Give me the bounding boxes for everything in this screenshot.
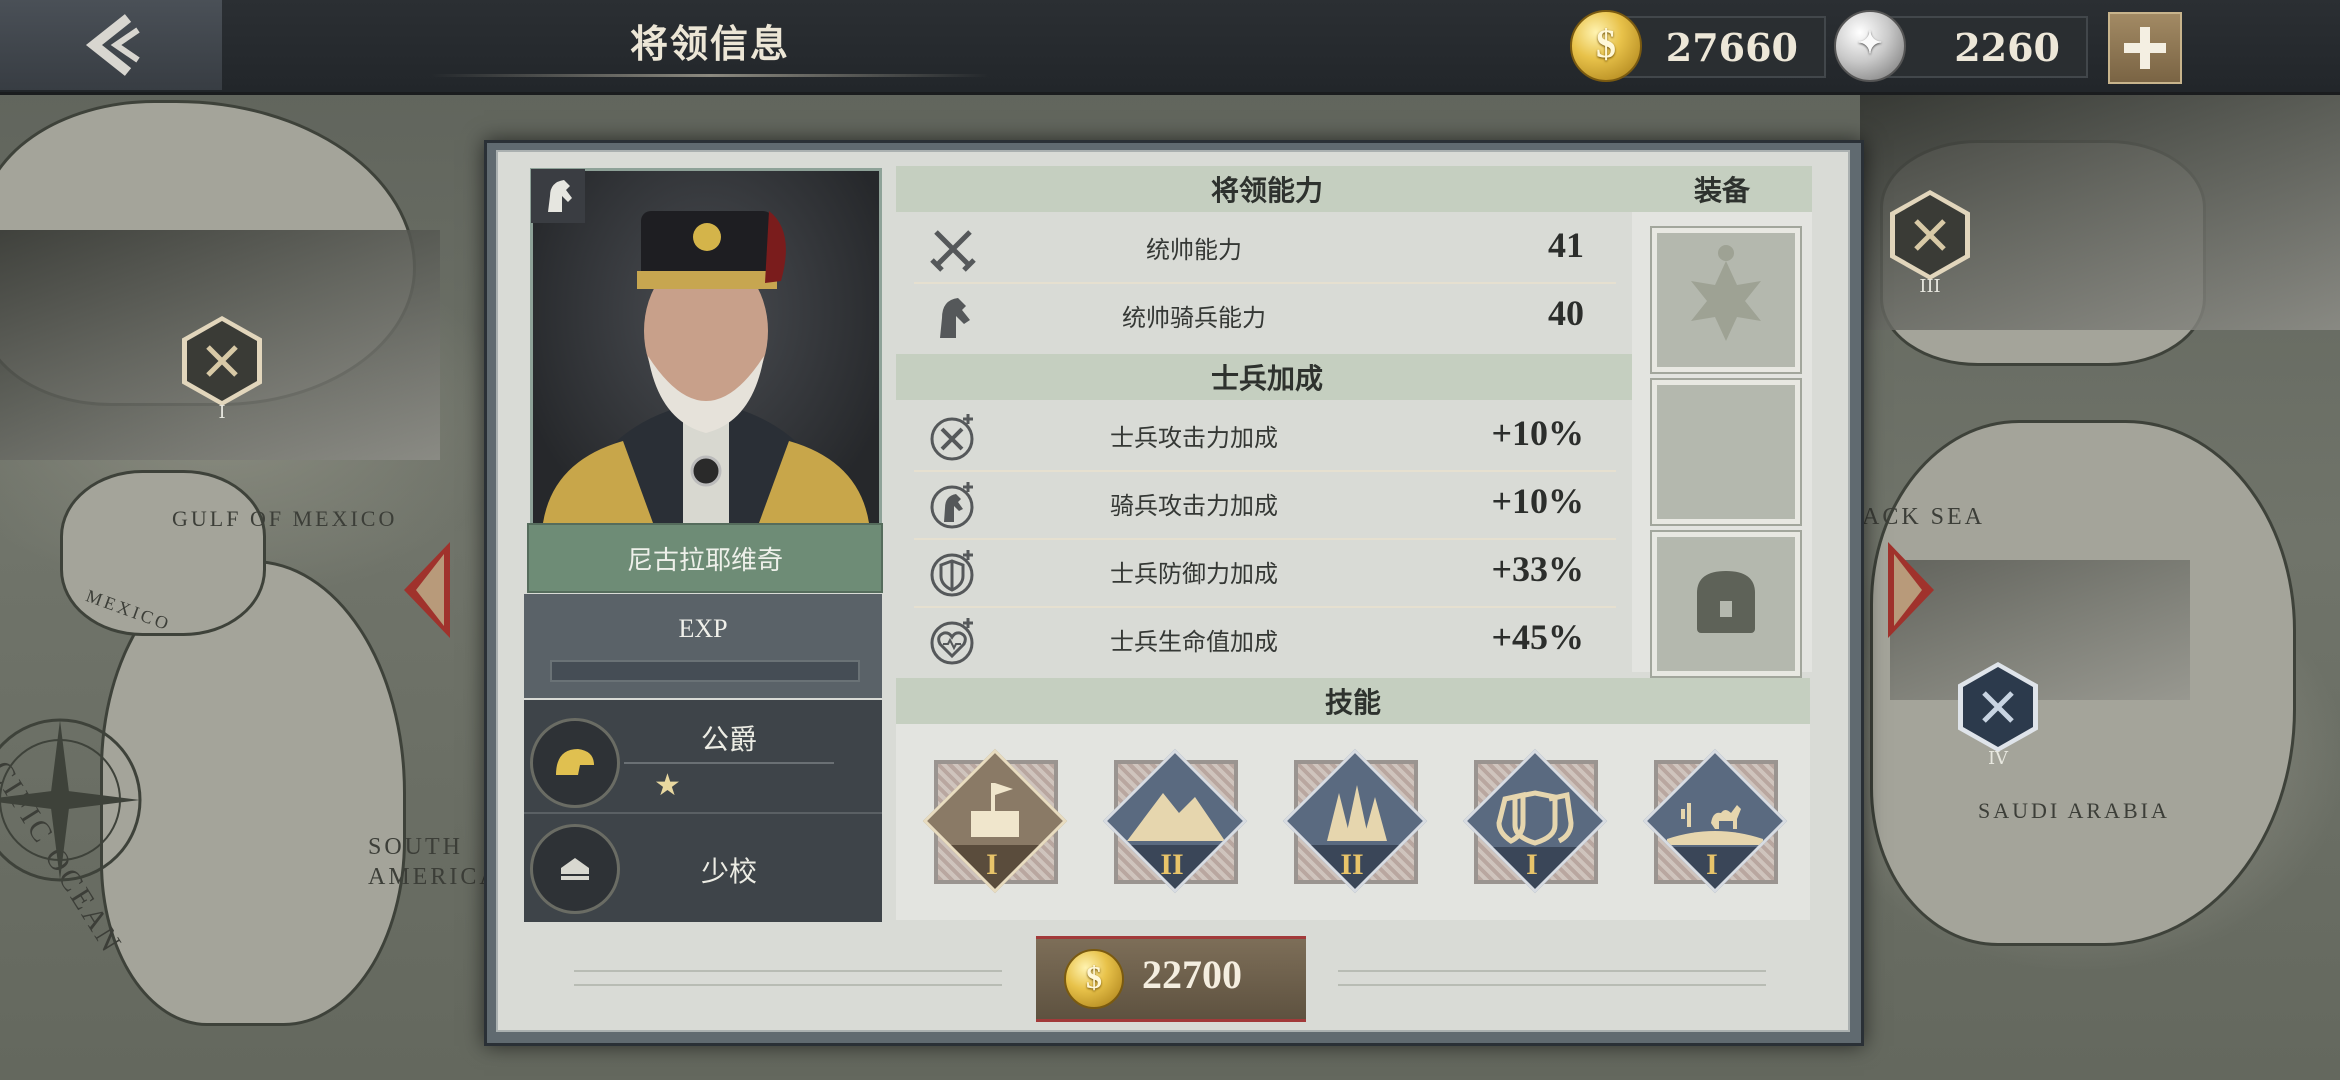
bonus-label: 士兵生命值加成: [1110, 628, 1278, 656]
rank-divider: [524, 812, 882, 814]
soldier-bonus-header-label: 士兵加成: [1210, 362, 1323, 395]
bonus-row: 士兵生命值加成 +45%: [914, 608, 1616, 674]
ability-header-label: 将领能力: [1210, 174, 1323, 207]
skill-slot[interactable]: II: [1282, 744, 1428, 904]
ability-row: 统帅能力 41: [914, 216, 1616, 284]
compass-rose-icon: [0, 718, 142, 882]
back-arrow-icon: [85, 14, 140, 76]
medal-silhouette-icon: [1691, 245, 1761, 341]
cost-amount: 22700: [1142, 952, 1242, 997]
prev-general-arrow-icon[interactable]: [404, 542, 450, 638]
trench-sketch: [1890, 560, 2190, 700]
divider-left: [574, 984, 1002, 986]
add-resource-button[interactable]: [2108, 12, 2182, 84]
crossed-swords-icon: [206, 345, 238, 377]
skill-slot[interactable]: I: [1642, 744, 1788, 904]
cavalry-bonus-icon: [930, 482, 974, 529]
map-label-south-america: SOUTH AMERICA: [368, 834, 500, 890]
skills-header: 技能: [896, 678, 1810, 724]
bonus-row: 骑兵攻击力加成 +10%: [914, 472, 1616, 540]
divider-right: [1338, 970, 1766, 972]
title-underline: [430, 74, 990, 77]
general-portrait-image: [543, 211, 869, 523]
military-rank: 少校: [700, 855, 757, 888]
divider-left: [574, 970, 1002, 972]
defense-bonus-icon: [930, 550, 974, 597]
rank-insignia-icon: [530, 824, 620, 914]
health-bonus-icon: [930, 618, 974, 665]
equipment-header: 装备: [1632, 166, 1812, 212]
equipment-header-label: 装备: [1693, 174, 1750, 207]
skill-level: II: [1340, 848, 1364, 881]
exp-label: EXP: [678, 614, 728, 643]
bonus-label: 骑兵攻击力加成: [1110, 492, 1278, 520]
skill-level: I: [1706, 848, 1718, 881]
soldier-bonus-header: 士兵加成: [896, 354, 1638, 400]
bonus-row: 士兵防御力加成 +33%: [914, 540, 1616, 608]
silver-medal-icon: ✦: [1834, 10, 1906, 82]
skill-level: I: [986, 848, 998, 881]
unit-marker[interactable]: I: [182, 316, 262, 423]
map-label-gulf: GULF OF MEXICO: [172, 506, 398, 531]
top-bar: 将领信息 27660 $ 2260 ✦: [0, 0, 2340, 95]
noble-helmet-icon: [530, 718, 620, 808]
bonus-row: 士兵攻击力加成 +10%: [914, 404, 1616, 472]
crossed-swords-icon: [1914, 219, 1946, 251]
recruit-cost-button[interactable]: $ 22700: [1036, 936, 1306, 1022]
military-rank-row: 少校: [524, 818, 882, 918]
gold-amount: 27660: [1665, 25, 1798, 70]
ability-value: 40: [1548, 293, 1584, 333]
page-title: 将领信息: [629, 21, 790, 66]
next-general-arrow-icon[interactable]: [1888, 542, 1934, 638]
skill-slot[interactable]: I: [1462, 744, 1608, 904]
back-button[interactable]: [0, 0, 222, 90]
skill-slot[interactable]: II: [1102, 744, 1248, 904]
crossed-swords-icon: [930, 230, 976, 272]
bonus-value: +10%: [1491, 413, 1584, 453]
general-name-plate: 尼古拉耶维奇: [527, 523, 883, 593]
ability-value: 41: [1548, 225, 1584, 265]
horse-head-icon: [548, 180, 572, 212]
divider-right: [1338, 984, 1766, 986]
ability-row: 统帅骑兵能力 40: [914, 284, 1616, 350]
skills-header-label: 技能: [1324, 686, 1381, 719]
rank-section: 公爵 ★ 少校: [524, 700, 882, 922]
noble-title-row: 公爵 ★: [524, 708, 882, 812]
crossed-rifles-icon: [1982, 691, 2014, 723]
exp-progress-bar: [550, 660, 860, 682]
silver-amount: 2260: [1954, 25, 2060, 70]
ability-label: 统帅骑兵能力: [1122, 304, 1266, 332]
skill-level: I: [1526, 848, 1538, 881]
title-area: 将领信息: [430, 0, 990, 90]
skill-slot[interactable]: I: [922, 744, 1068, 904]
star-rating: ★: [654, 768, 681, 803]
ability-header: 将领能力: [896, 166, 1638, 212]
map-label-black-sea: ACK SEA: [1862, 504, 1986, 530]
horse-head-icon: [940, 298, 970, 338]
rank-divider: [624, 762, 834, 764]
bonus-value: +10%: [1491, 481, 1584, 521]
equipment-slot-medal[interactable]: [1650, 226, 1802, 374]
bonus-label: 士兵防御力加成: [1110, 560, 1278, 588]
gold-coin-icon: $: [1064, 949, 1124, 1009]
bonus-value: +45%: [1491, 617, 1584, 657]
exp-section: EXP: [524, 594, 882, 698]
equipment-slot-empty[interactable]: [1650, 378, 1802, 526]
locked-chest-icon: [1697, 571, 1755, 633]
noble-title: 公爵: [700, 723, 757, 756]
plus-icon: [2124, 27, 2166, 69]
ability-label: 统帅能力: [1146, 236, 1242, 264]
bonus-label: 士兵攻击力加成: [1110, 424, 1278, 452]
attack-bonus-icon: [930, 414, 974, 461]
unit-marker[interactable]: III: [1890, 190, 1970, 297]
bonus-value: +33%: [1491, 549, 1584, 589]
general-name: 尼古拉耶维奇: [626, 545, 783, 576]
unit-type-badge: [531, 169, 585, 223]
unit-marker[interactable]: IV: [1958, 662, 2038, 769]
map-label-saudi: SAUDI ARABIA: [1978, 798, 2170, 823]
equipment-slot-chest[interactable]: [1650, 530, 1802, 678]
skill-level: II: [1160, 848, 1184, 881]
gold-coin-icon: $: [1570, 10, 1642, 82]
